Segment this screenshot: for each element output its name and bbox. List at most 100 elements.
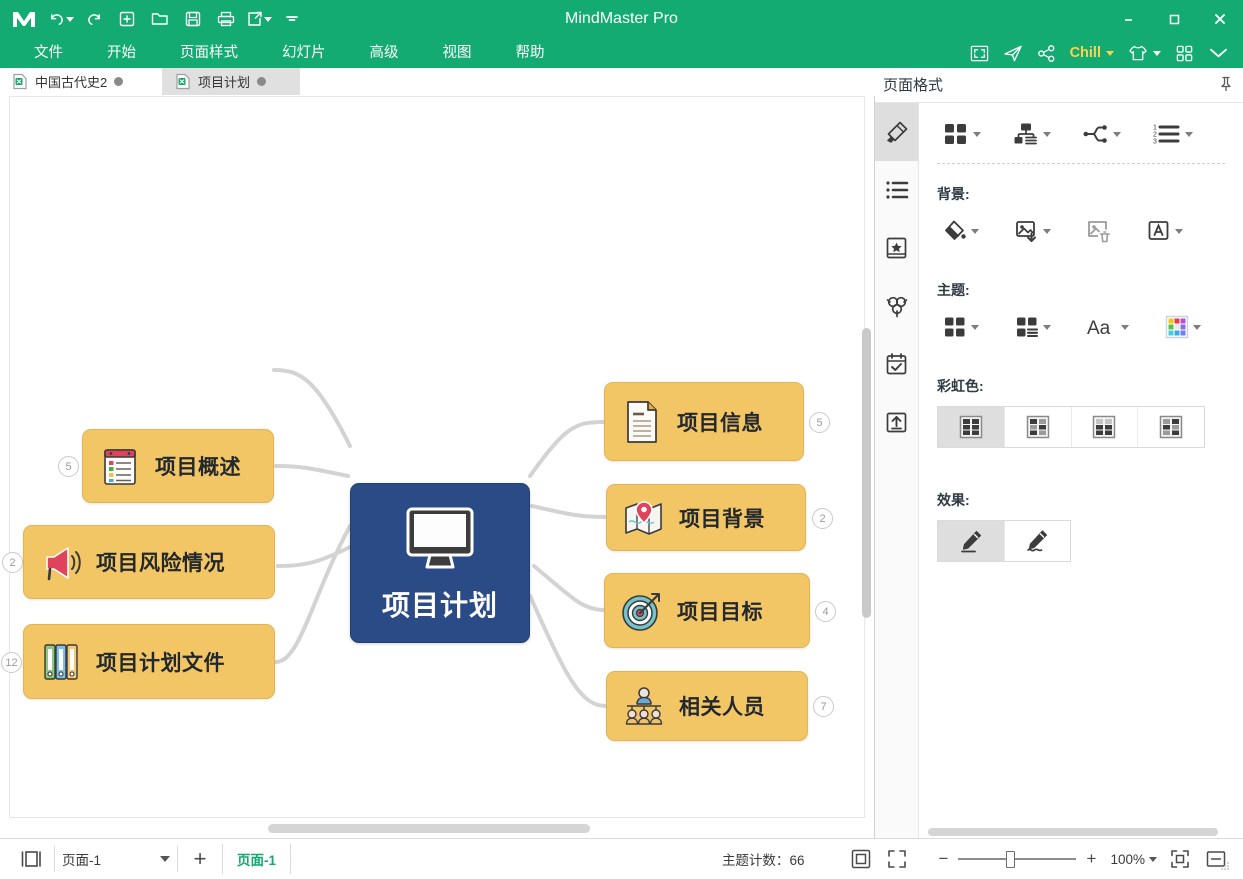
- mindmap-canvas[interactable]: 项目概述 5 项目风险情况 2 项目计划文件 12 项目计划 项目信息 5 项目…: [0, 96, 875, 838]
- resize-grip[interactable]: [1220, 858, 1230, 876]
- node-related-people[interactable]: 相关人员: [606, 671, 808, 741]
- node-project-plan-files-badge[interactable]: 12: [1, 652, 22, 673]
- page-tab-1[interactable]: 页面-1: [223, 844, 292, 874]
- focus-icon[interactable]: [1163, 844, 1197, 874]
- close-button[interactable]: [1197, 0, 1243, 38]
- menu-view[interactable]: 视图: [421, 38, 494, 68]
- node-project-info-badge[interactable]: 5: [809, 412, 830, 433]
- more-button[interactable]: [277, 5, 307, 33]
- page-select[interactable]: 页面-1: [54, 846, 178, 872]
- undo-button[interactable]: [46, 5, 76, 33]
- node-project-overview[interactable]: 项目概述: [82, 429, 274, 503]
- background-fill-button[interactable]: [937, 214, 985, 248]
- export-button[interactable]: [244, 5, 274, 33]
- rail-style[interactable]: [875, 103, 918, 161]
- zoom-in-button[interactable]: +: [1078, 845, 1104, 873]
- background-image-caret-icon[interactable]: [1043, 228, 1051, 234]
- rainbow-option-4[interactable]: [1138, 407, 1204, 447]
- map-layout-button[interactable]: [937, 117, 987, 151]
- send-button[interactable]: [997, 39, 1029, 67]
- page-select-caret-icon[interactable]: [160, 856, 170, 862]
- fit-page-icon[interactable]: [844, 844, 878, 874]
- node-project-goal-badge[interactable]: 4: [815, 601, 836, 622]
- export-caret-icon[interactable]: [263, 16, 272, 22]
- branch-style-button[interactable]: [1077, 117, 1127, 151]
- rail-clipart[interactable]: [875, 219, 918, 277]
- numbering-button[interactable]: 123: [1147, 117, 1199, 151]
- zoom-out-button[interactable]: −: [930, 845, 956, 873]
- watermark-caret-icon[interactable]: [1175, 228, 1183, 234]
- account-button[interactable]: Chill: [1064, 39, 1120, 67]
- maximize-button[interactable]: [1151, 0, 1197, 38]
- rainbow-option-1[interactable]: [938, 407, 1005, 447]
- menu-slideshow[interactable]: 幻灯片: [260, 38, 348, 68]
- menu-file[interactable]: 文件: [12, 38, 85, 68]
- minimize-button[interactable]: [1105, 0, 1151, 38]
- share-button[interactable]: [1031, 39, 1062, 67]
- theme-font-button[interactable]: Aa: [1081, 311, 1135, 343]
- structure-caret-icon[interactable]: [1043, 131, 1051, 137]
- panel-horizontal-scrollbar[interactable]: [928, 828, 1218, 836]
- add-page-button[interactable]: +: [178, 844, 223, 874]
- theme-layout-button[interactable]: [1009, 311, 1057, 343]
- document-tab-1-dot[interactable]: [114, 77, 124, 86]
- menu-home[interactable]: 开始: [85, 38, 158, 68]
- fullscreen-icon[interactable]: [880, 844, 914, 874]
- redo-button[interactable]: [79, 5, 109, 33]
- structure-button[interactable]: [1007, 117, 1057, 151]
- document-tab-2-dot[interactable]: [257, 77, 267, 86]
- rail-export[interactable]: [875, 393, 918, 451]
- theme-skin-button[interactable]: [1122, 39, 1167, 67]
- effect-straight[interactable]: [938, 521, 1005, 561]
- node-project-risk-badge[interactable]: 2: [2, 552, 23, 573]
- canvas-vertical-scrollbar[interactable]: [862, 328, 871, 618]
- menu-advanced[interactable]: 高级: [348, 38, 421, 68]
- save-button[interactable]: [178, 5, 208, 33]
- node-project-background-badge[interactable]: 2: [812, 508, 833, 529]
- print-button[interactable]: [211, 5, 241, 33]
- node-project-info[interactable]: 项目信息: [604, 382, 804, 461]
- rainbow-option-3[interactable]: [1072, 407, 1139, 447]
- document-tab-2[interactable]: 项目计划: [163, 68, 300, 95]
- node-project-risk[interactable]: 项目风险情况: [23, 525, 275, 599]
- collapse-ribbon-button[interactable]: [1202, 39, 1235, 67]
- node-project-overview-badge[interactable]: 5: [58, 456, 79, 477]
- theme-color-caret-icon[interactable]: [1193, 324, 1201, 330]
- apps-button[interactable]: [1169, 39, 1200, 67]
- theme-layout-caret-icon[interactable]: [1043, 324, 1051, 330]
- canvas-horizontal-scrollbar[interactable]: [268, 824, 590, 833]
- theme-color-button[interactable]: [1159, 310, 1207, 344]
- map-layout-caret-icon[interactable]: [973, 131, 981, 137]
- zoom-level-caret-icon[interactable]: [1149, 856, 1157, 862]
- effect-hand-drawn[interactable]: [1005, 521, 1071, 561]
- background-image-button[interactable]: [1009, 214, 1057, 248]
- node-project-plan-files[interactable]: 项目计划文件: [23, 624, 275, 699]
- node-central-project-plan[interactable]: 项目计划: [350, 483, 530, 643]
- zoom-slider-knob[interactable]: [1006, 850, 1016, 868]
- rail-icons[interactable]: [875, 277, 918, 335]
- undo-caret-icon[interactable]: [66, 16, 74, 22]
- rail-outline[interactable]: [875, 161, 918, 219]
- background-image-delete-button[interactable]: [1081, 214, 1117, 248]
- menu-help[interactable]: 帮助: [494, 38, 567, 68]
- pin-icon[interactable]: [1219, 76, 1233, 97]
- open-button[interactable]: [145, 5, 175, 33]
- rainbow-option-2[interactable]: [1005, 407, 1072, 447]
- numbering-caret-icon[interactable]: [1185, 131, 1193, 137]
- theme-font-caret-icon[interactable]: [1121, 324, 1129, 330]
- new-button[interactable]: [112, 5, 142, 33]
- node-project-background[interactable]: 项目背景: [606, 484, 806, 551]
- theme-gallery-caret-icon[interactable]: [971, 324, 979, 330]
- background-fill-caret-icon[interactable]: [971, 228, 979, 234]
- branch-style-caret-icon[interactable]: [1113, 131, 1121, 137]
- zoom-level-select[interactable]: 100%: [1106, 852, 1161, 867]
- zoom-slider[interactable]: [958, 845, 1077, 873]
- theme-gallery-button[interactable]: [937, 311, 985, 343]
- node-project-goal[interactable]: 项目目标: [604, 573, 810, 648]
- account-caret-icon[interactable]: [1106, 50, 1114, 56]
- document-tab-1[interactable]: 中国古代史2: [0, 68, 163, 95]
- node-related-people-badge[interactable]: 7: [813, 696, 834, 717]
- rail-tasks[interactable]: [875, 335, 918, 393]
- panel-toggle-icon[interactable]: [14, 844, 48, 874]
- presentation-button[interactable]: [964, 39, 995, 67]
